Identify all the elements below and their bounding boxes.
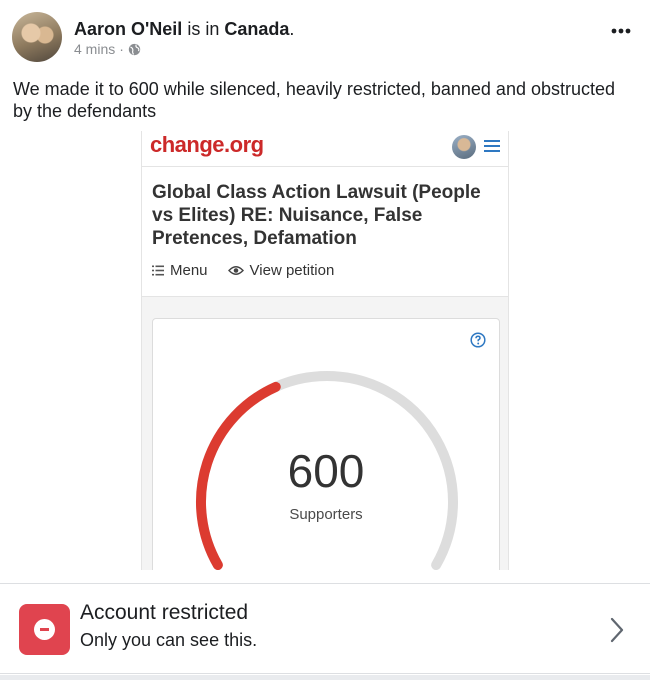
tab-view-petition-label: View petition [249,262,335,279]
tab-menu-label: Menu [170,262,208,279]
author-line: Aaron O'Neil is in Canada. [74,18,294,40]
author-name[interactable]: Aaron O'Neil [74,19,182,39]
tab-menu: Menu [152,262,208,279]
supporter-count: 600 [287,445,365,497]
supporter-count-label: Supporters [289,506,363,523]
change-org-logo: change.org [150,132,264,157]
post-header: Aaron O'Neil is in Canada. 4 mins · [0,0,650,70]
location-suffix: . [289,19,295,39]
restricted-subtitle: Only you can see this. [80,630,258,650]
petition-topbar: change.org [142,131,508,167]
petition-tabs: Menu View petition [152,262,354,279]
post-meta: 4 mins · [74,40,141,58]
list-icon [152,265,164,276]
account-restricted-notice[interactable]: Account restricted Only you can see this… [0,583,650,674]
author-avatar[interactable] [12,12,62,62]
location-prefix: is in [187,19,220,39]
supporter-counter-card: 600 Supporters [152,318,500,570]
meta-separator: · [119,41,124,57]
post-timestamp[interactable]: 4 mins [74,40,115,58]
user-avatar [452,135,476,159]
more-options-icon[interactable] [610,24,632,38]
location-link[interactable]: Canada [224,19,289,39]
post-text: We made it to 600 while silenced, heavil… [13,79,616,121]
petition-title: Global Class Action Lawsuit (People vs E… [152,182,481,249]
chevron-right-icon[interactable] [610,617,624,643]
embedded-petition-screenshot[interactable]: change.org Global Class Action Lawsuit (… [141,131,509,570]
eye-icon [227,266,244,275]
restricted-icon [19,604,70,655]
feed-separator [0,675,650,680]
hamburger-menu-icon [484,140,500,152]
tab-view-petition: View petition [227,262,335,279]
globe-icon [128,43,141,55]
restricted-title: Account restricted [80,601,249,624]
